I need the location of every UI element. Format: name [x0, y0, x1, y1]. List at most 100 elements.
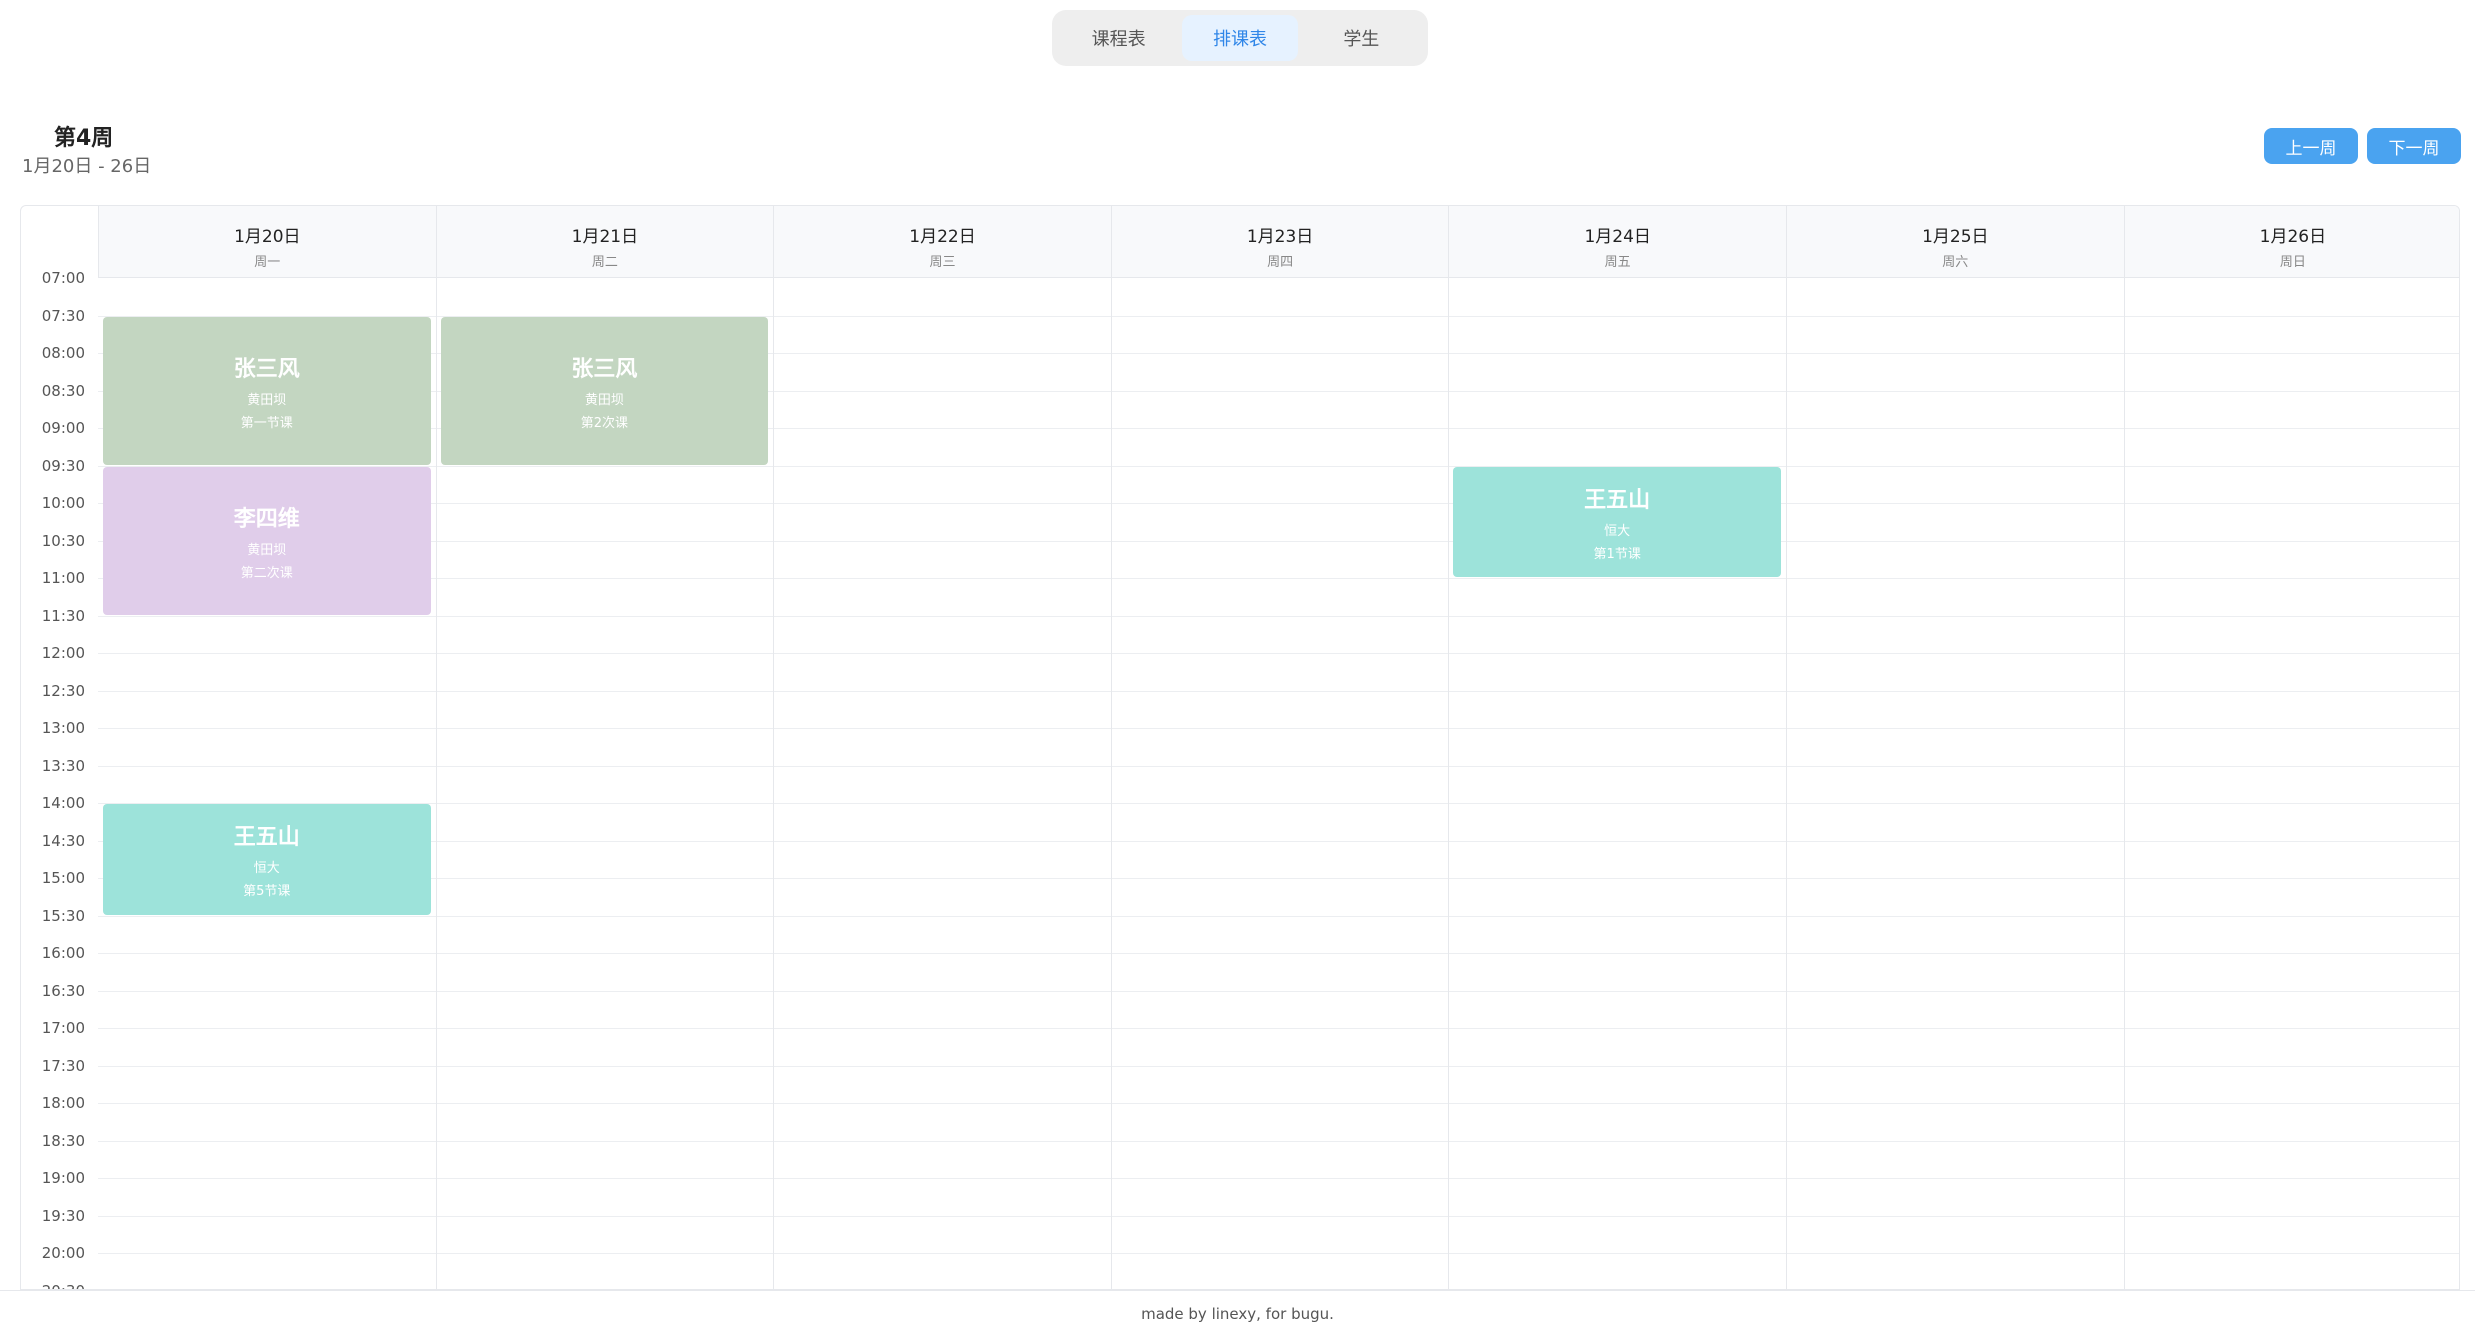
time-label: 14:00 — [41, 794, 85, 812]
event-location: 黄田坝 — [584, 392, 624, 408]
time-label: 12:30 — [41, 681, 85, 700]
day-name: 周日 — [2279, 255, 2306, 270]
grid-row-line — [98, 1028, 2459, 1029]
time-label: 11:00 — [41, 569, 85, 587]
grid-row-line — [98, 653, 2459, 654]
time-label: 08:00 — [41, 344, 85, 362]
time-label: 10:30 — [41, 531, 85, 550]
lesson-number: 第5节课 — [243, 884, 291, 900]
student-name: 王五山 — [233, 825, 300, 851]
grid-row-line — [98, 578, 2459, 579]
time-label: 20:00 — [41, 1244, 85, 1262]
week-calendar: 07:00 07:30 08:00 08:30 09:00 09:30 10:00 10:30… — [20, 205, 2460, 1290]
grid-row-line — [98, 953, 2459, 954]
grid-row-line — [98, 878, 2459, 879]
day-date: 1月22日 — [909, 227, 976, 247]
class-event[interactable]: 张三风 黄田坝 第2次课 — [440, 316, 769, 465]
calendar-grid: 张三风 黄田坝 第一节课 张三风 黄田坝 第2次课 李四维 黄田坝 第二次课 王五山 恒大 第1节课王… — [98, 206, 2459, 1289]
student-name: 王五山 — [1584, 487, 1651, 513]
tab-course-table[interactable]: 课程表 — [1061, 15, 1176, 61]
day-header: 1月25日 周六 — [1786, 206, 2124, 278]
event-location: 恒大 — [253, 861, 280, 877]
time-label: 09:00 — [41, 419, 85, 437]
time-label: 09:30 — [41, 456, 85, 475]
lesson-number: 第1节课 — [1593, 546, 1641, 562]
grid-row-line — [98, 690, 2459, 692]
grid-column-line — [1110, 206, 1112, 1289]
grid-row-line — [98, 1065, 2459, 1067]
event-location: 恒大 — [1604, 523, 1631, 539]
next-week-button[interactable]: 下一周 — [2367, 128, 2461, 164]
prev-week-button[interactable]: 上一周 — [2264, 128, 2358, 164]
time-label: 13:00 — [41, 719, 85, 737]
time-label: 11:30 — [41, 606, 85, 625]
day-header: 1月23日周四 — [1110, 206, 1449, 278]
day-name: 周五 — [1604, 255, 1631, 270]
time-column: 07:00 07:30 08:00 08:30 09:00 09:30 10:00 10:30… — [21, 206, 98, 1289]
grid-row-line — [98, 728, 2459, 729]
class-event[interactable]: 张三风黄田坝第一节课 — [103, 316, 431, 465]
time-label: 20:30 — [21, 1282, 85, 1290]
lesson-number: 第二次课 — [240, 565, 293, 581]
grid-row-line — [98, 1103, 2459, 1104]
day-date: 1月21日 — [571, 227, 639, 247]
grid-row-line — [98, 765, 2459, 767]
student-name: 张三风 — [233, 356, 300, 382]
time-label: 13:30 — [41, 756, 85, 775]
event-location: 黄田坝 — [247, 542, 287, 558]
time-label: 12:00 — [41, 644, 85, 662]
grid-row-line — [98, 615, 2459, 617]
time-label: 07:00 — [41, 269, 85, 287]
day-header: 1月22日 周三 — [773, 206, 1111, 278]
day-date: 1月20日 — [234, 227, 301, 247]
grid-row-line — [98, 1140, 2459, 1142]
grid-row-line — [98, 990, 2459, 992]
day-header: 1月21日周二 — [435, 206, 774, 278]
grid-column-line — [435, 206, 437, 1289]
tab-schedule[interactable]: 排课表 — [1182, 15, 1298, 61]
time-label: 10:00 — [41, 494, 85, 512]
time-label: 16:00 — [41, 944, 85, 962]
grid-row-line — [98, 840, 2459, 842]
time-label: 15:30 — [41, 906, 85, 925]
class-event[interactable]: 王五山恒大第5节课 — [103, 804, 431, 915]
day-name: 周四 — [1267, 255, 1294, 270]
tab-students[interactable]: 学生 — [1304, 15, 1419, 61]
time-label: 17:00 — [41, 1019, 85, 1037]
time-label: 17:30 — [41, 1056, 85, 1075]
week-title: 第4周 — [54, 126, 114, 151]
grid-row-line — [98, 465, 2459, 467]
grid-column-line — [1448, 206, 1450, 1289]
time-label: 08:30 — [41, 381, 85, 400]
event-location: 黄田坝 — [247, 392, 287, 408]
time-label: 16:30 — [41, 981, 85, 1000]
grid-row-line — [98, 1178, 2459, 1179]
grid-column-line — [1786, 206, 1787, 1289]
time-label: 19:00 — [41, 1169, 85, 1187]
view-tabs: 课程表 排课表 学生 — [1052, 10, 1428, 66]
day-date: 1月26日 — [2259, 227, 2327, 247]
grid-row-line — [98, 1215, 2459, 1217]
grid-column-line — [2123, 206, 2125, 1289]
lesson-number: 第一节课 — [240, 415, 293, 431]
student-name: 李四维 — [233, 506, 300, 532]
day-name: 周一 — [254, 255, 281, 270]
day-header: 1月20日周一 — [98, 206, 436, 278]
class-event[interactable]: 李四维黄田坝第二次课 — [103, 466, 431, 615]
time-label: 15:00 — [41, 869, 85, 887]
footer-credit: made by linexy, for bugu. — [0, 1290, 2475, 1332]
class-event[interactable]: 王五山恒大第1节课 — [1453, 466, 1781, 577]
grid-row-line — [98, 803, 2459, 804]
day-name: 周二 — [591, 255, 618, 270]
day-date: 1月23日 — [1246, 227, 1314, 247]
time-label: 14:30 — [41, 831, 85, 850]
time-label: 07:30 — [41, 306, 85, 325]
grid-row-line — [98, 915, 2459, 917]
day-name: 周六 — [1942, 255, 1969, 270]
time-label: 18:30 — [41, 1131, 85, 1150]
grid-column-line — [773, 206, 775, 1289]
grid-row-line — [98, 503, 2459, 504]
day-header: 1月24日 周五 — [1448, 206, 1786, 278]
student-name: 张三风 — [571, 356, 638, 382]
week-range: 1月20日 - 26日 — [22, 156, 152, 177]
